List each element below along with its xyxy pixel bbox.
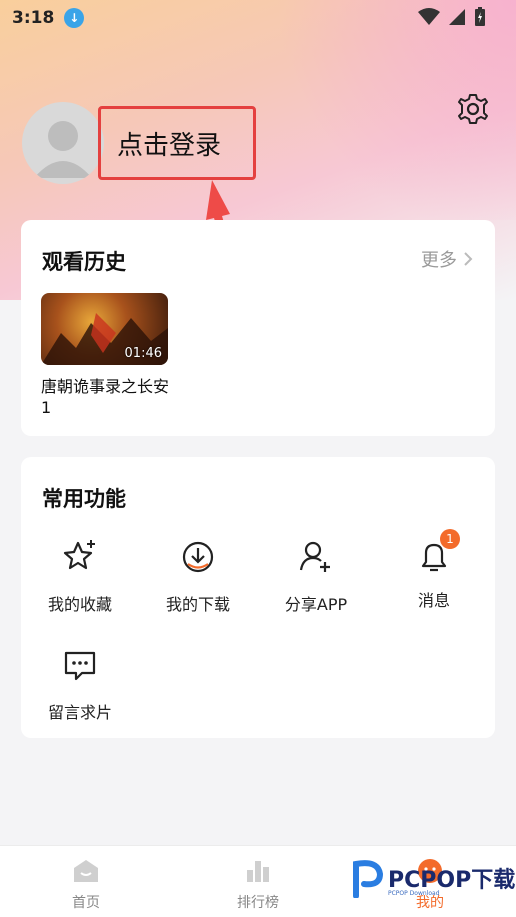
wifi-icon (418, 8, 440, 25)
video-duration: 01:46 (124, 346, 162, 361)
nav-home[interactable]: 首页 (46, 858, 126, 912)
status-icons (418, 7, 486, 27)
request-video-button[interactable]: 留言求片 (21, 645, 139, 723)
nav-rankings[interactable]: 排行榜 (218, 858, 298, 912)
request-video-label: 留言求片 (47, 703, 112, 722)
gear-icon[interactable] (456, 92, 490, 126)
home-icon (74, 860, 98, 882)
history-title: 观看历史 (42, 250, 126, 274)
messages-button[interactable]: 1 消息 (375, 529, 493, 611)
favorites-button[interactable]: 我的收藏 (21, 537, 139, 615)
download-status-icon: ↓ (64, 8, 85, 28)
login-button[interactable]: 点击登录 (98, 106, 256, 180)
add-user-icon (299, 541, 330, 572)
watermark-subtext: PCPOP Download (388, 890, 440, 897)
downloads-label: 我的下载 (165, 595, 230, 614)
more-label: 更多 (421, 250, 457, 271)
login-label: 点击登录 (117, 130, 222, 161)
chevron-right-icon (464, 252, 473, 266)
status-bar: 3:18 ↓ (0, 0, 516, 36)
default-avatar-icon (34, 121, 92, 178)
video-title[interactable]: 唐朝诡事录之长安 1 (41, 376, 171, 418)
chat-icon (64, 651, 96, 681)
watermark-logo: PCPOP下载 PCPOP Download (350, 858, 515, 898)
pcpop-logo-icon (353, 860, 384, 898)
download-icon (182, 541, 214, 573)
notification-badge: 1 (440, 529, 460, 549)
downloads-button[interactable]: 我的下载 (139, 537, 257, 615)
functions-card: 常用功能 我的收藏 我的下载 分享APP 1 消息 留言求片 (21, 457, 495, 738)
messages-label: 消息 (417, 591, 450, 610)
chart-icon (247, 861, 269, 882)
bell-icon-wrapper: 1 (414, 529, 460, 577)
video-thumbnail[interactable]: 01:46 (41, 293, 168, 365)
favorites-label: 我的收藏 (47, 595, 112, 614)
nav-rankings-label: 排行榜 (237, 895, 279, 911)
share-app-button[interactable]: 分享APP (257, 537, 375, 615)
history-card: 观看历史 更多 01:46 唐朝诡事录之长安 1 (21, 220, 495, 436)
star-icon (63, 540, 95, 570)
battery-icon (475, 7, 485, 26)
share-app-label: 分享APP (284, 595, 348, 614)
avatar[interactable] (22, 102, 104, 184)
nav-home-label: 首页 (72, 895, 100, 911)
more-link[interactable]: 更多 (421, 246, 473, 272)
functions-title: 常用功能 (42, 487, 126, 511)
status-time: 3:18 (12, 8, 55, 28)
signal-icon (449, 9, 465, 25)
